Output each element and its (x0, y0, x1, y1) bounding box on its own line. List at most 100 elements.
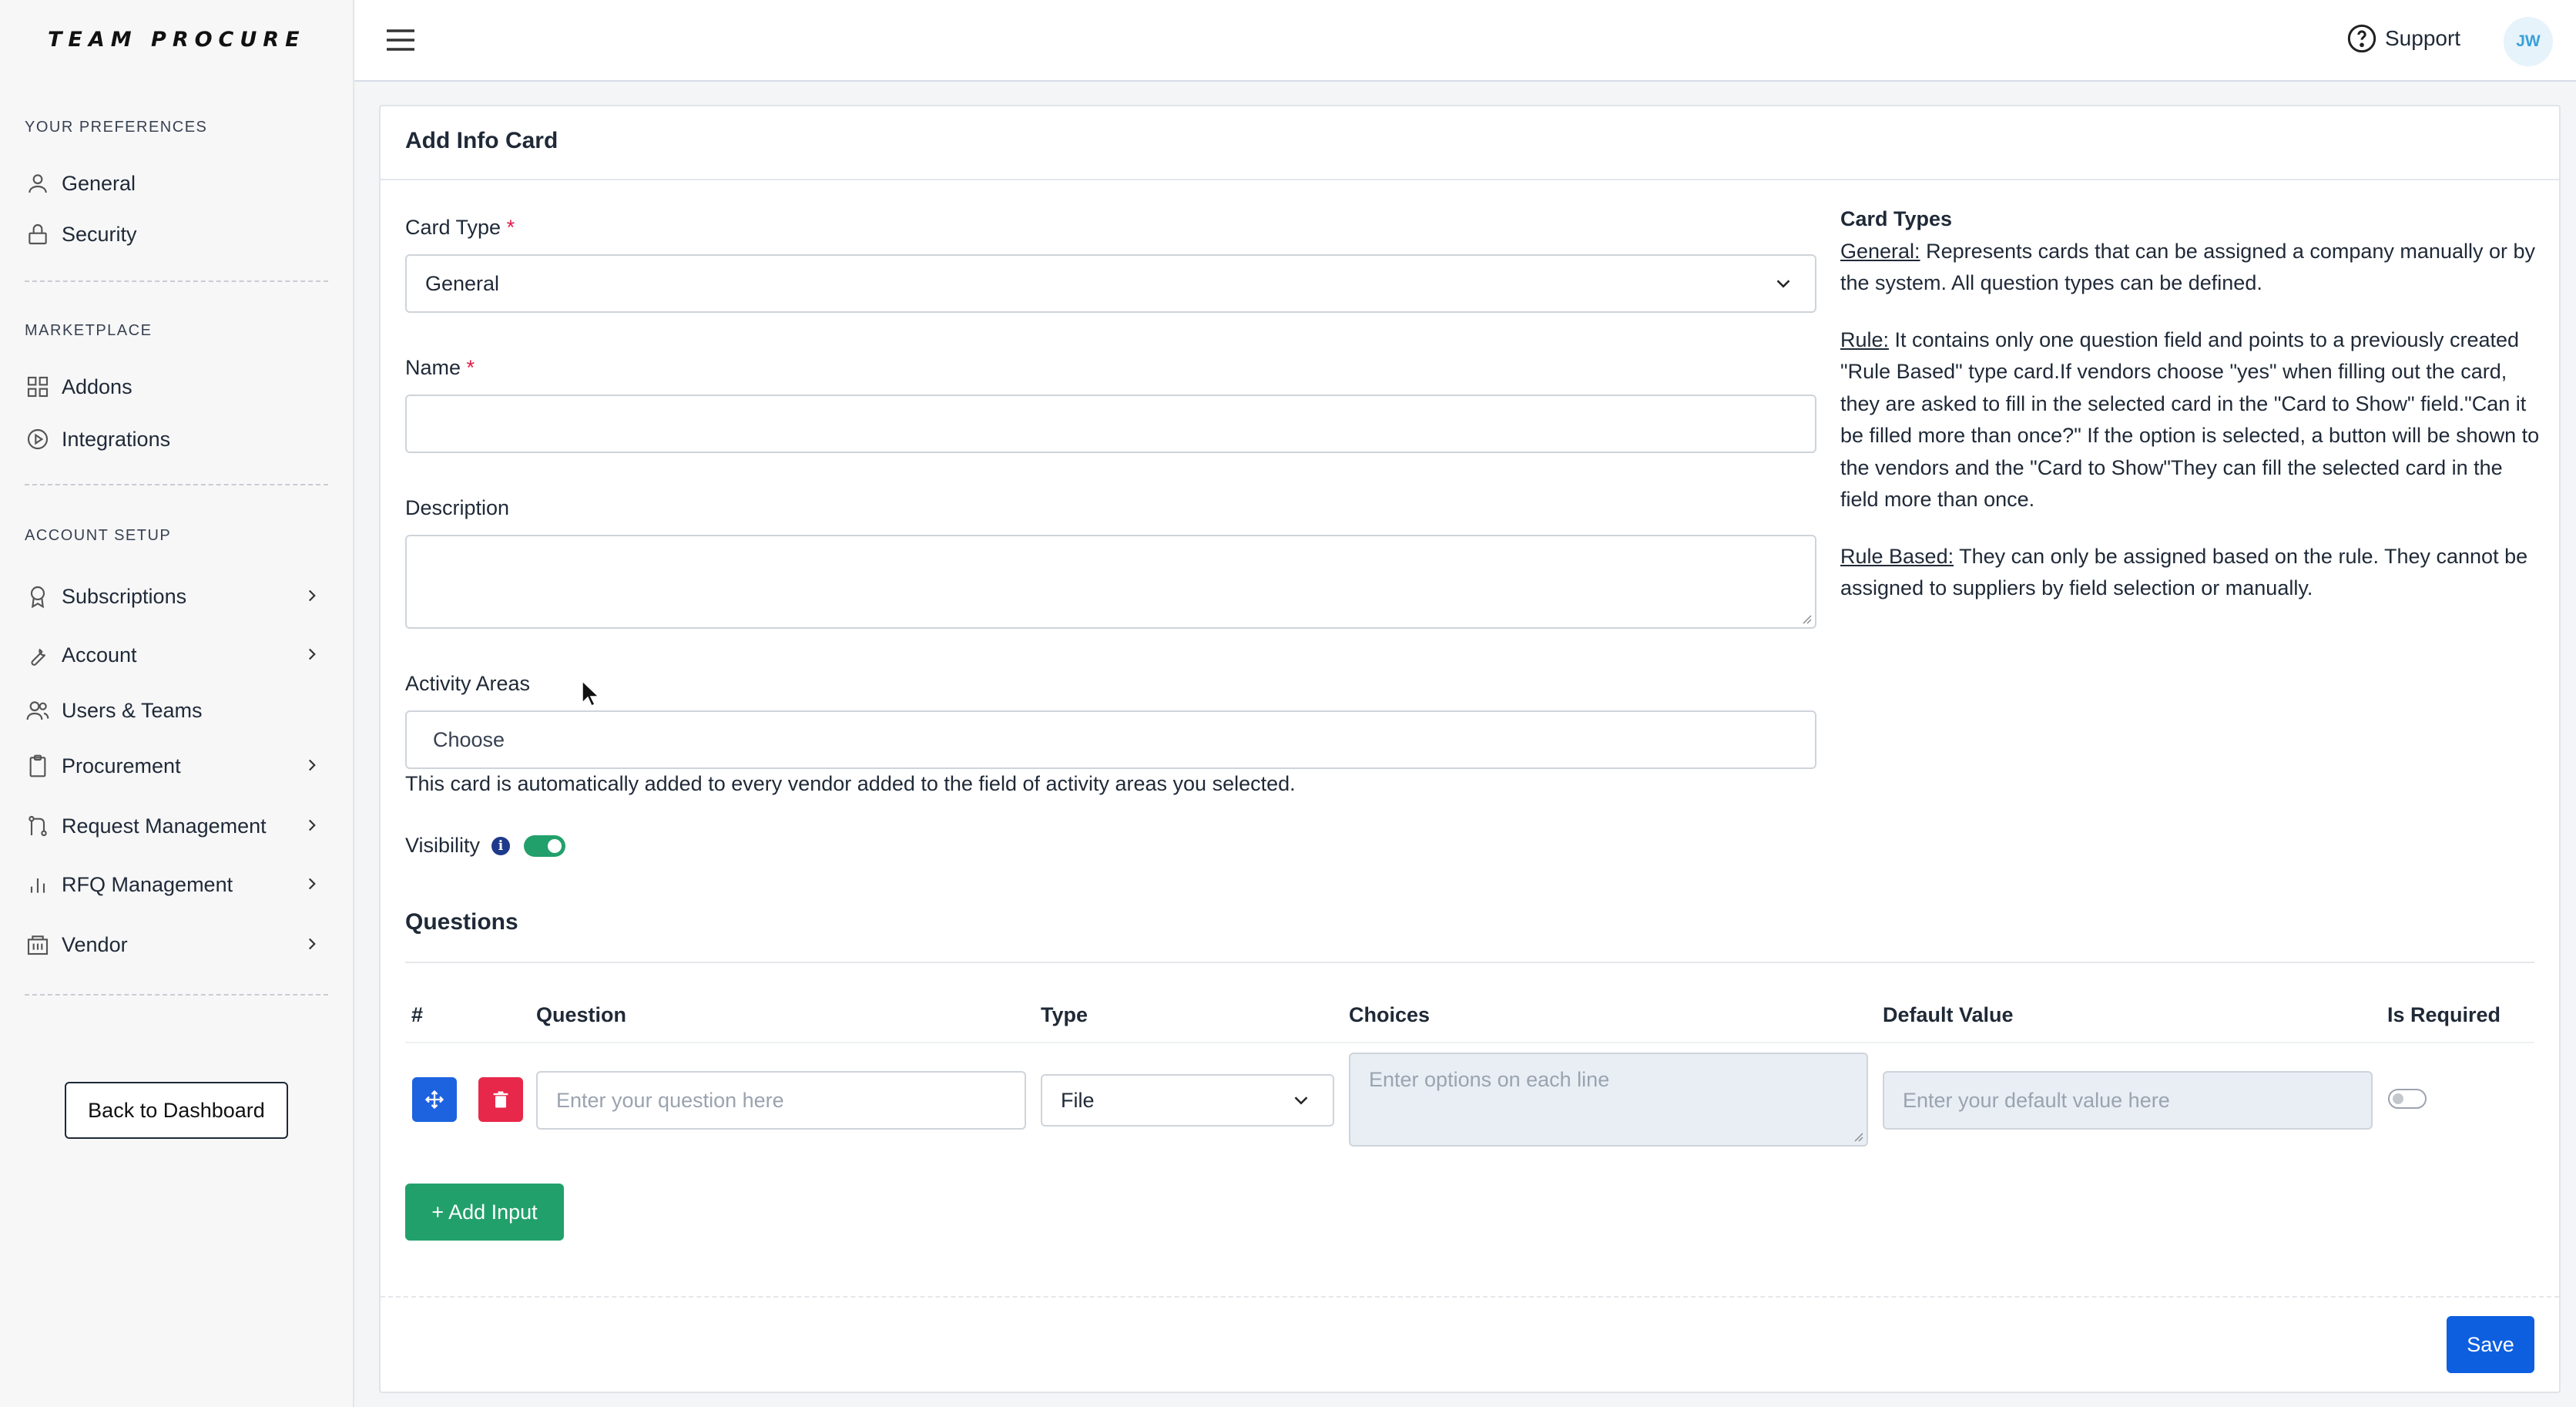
activity-areas-select[interactable]: Choose (405, 710, 1816, 769)
question-input[interactable]: Enter your question here (536, 1071, 1026, 1130)
default-value-placeholder: Enter your default value here (1903, 1088, 2170, 1112)
card-type-term: Rule: (1840, 327, 1890, 351)
column-header-question: Question (536, 1003, 627, 1026)
sidebar-item-label: Users & Teams (62, 698, 203, 722)
sidebar-item-label: Procurement (62, 754, 181, 777)
questions-divider (405, 962, 2534, 963)
visibility-toggle[interactable] (524, 835, 565, 857)
card-types-info: Card Types General: Represents cards tha… (1840, 203, 2543, 630)
column-header-choices: Choices (1349, 1003, 1431, 1026)
column-header-index: # (411, 1003, 424, 1026)
description-label: Description (405, 496, 510, 519)
users-icon (25, 697, 51, 724)
column-header-type: Type (1041, 1003, 1088, 1026)
sidebar-item-label: Addons (62, 374, 132, 398)
wrench-icon (25, 642, 51, 668)
sidebar-item-rfq-management[interactable]: RFQ Management (25, 863, 333, 906)
sidebar-item-procurement[interactable]: Procurement (25, 744, 333, 787)
card-type-value: General (425, 271, 500, 295)
page-title: Add Info Card (405, 128, 558, 153)
card-types-heading: Card Types (1840, 207, 1953, 230)
sidebar-item-users-teams[interactable]: Users & Teams (25, 689, 333, 732)
card-type-general-description: General: Represents cards that can be as… (1840, 236, 2543, 300)
card-type-select[interactable]: General (405, 254, 1816, 313)
name-label-text: Name (405, 356, 461, 379)
bar-chart-icon (25, 871, 51, 898)
sidebar-item-label: Integrations (62, 427, 171, 451)
card-type-term: General: (1840, 239, 1920, 263)
is-required-toggle[interactable] (2388, 1089, 2427, 1109)
card-type-label: Card Type * (405, 216, 515, 240)
card-type-term: Rule Based: (1840, 544, 1954, 568)
drag-handle-button[interactable] (412, 1077, 457, 1122)
visibility-label: Visibility (405, 834, 481, 857)
column-header-default-value: Default Value (1883, 1003, 2014, 1026)
sidebar-item-label: General (62, 171, 136, 195)
card-type-rule-description: Rule: It contains only one question fiel… (1840, 324, 2543, 516)
question-type-value: File (1061, 1088, 1095, 1112)
sidebar-item-subscriptions[interactable]: Subscriptions (25, 575, 333, 618)
footer-divider (381, 1296, 2559, 1298)
hamburger-menu-icon[interactable] (385, 26, 416, 54)
help-circle-icon (2347, 24, 2376, 53)
chevron-right-icon (308, 648, 316, 660)
brand-logo[interactable]: TEAM PROCURE (48, 28, 306, 52)
info-icon[interactable]: i (491, 837, 510, 855)
card-type-text: It contains only one question field and … (1840, 327, 2540, 512)
building-icon (25, 932, 51, 958)
default-value-input[interactable]: Enter your default value here (1883, 1071, 2373, 1130)
question-type-select[interactable]: File (1041, 1074, 1334, 1127)
top-bar: Support JW (354, 0, 2576, 82)
sidebar-item-label: Account (62, 643, 137, 667)
activity-areas-placeholder: Choose (433, 727, 505, 751)
description-textarea[interactable] (405, 535, 1816, 629)
play-circle-icon (25, 426, 51, 452)
sidebar-item-request-management[interactable]: Request Management (25, 804, 333, 848)
question-placeholder: Enter your question here (556, 1088, 784, 1112)
add-input-button[interactable]: + Add Input (405, 1184, 564, 1241)
chevron-right-icon (308, 589, 316, 602)
clipboard-icon (25, 753, 51, 779)
chevron-right-icon (308, 878, 316, 890)
sidebar-item-security[interactable]: Security (25, 213, 333, 256)
name-label: Name * (405, 356, 475, 380)
chevron-right-icon (308, 938, 316, 950)
resize-grip-icon[interactable] (1851, 1130, 1863, 1142)
back-to-dashboard-button[interactable]: Back to Dashboard (65, 1082, 288, 1139)
user-icon (25, 170, 51, 196)
chevron-down-icon (1776, 280, 1790, 288)
save-button[interactable]: Save (2447, 1316, 2534, 1373)
table-header-divider (405, 1042, 2534, 1043)
sidebar-item-label: Vendor (62, 932, 128, 956)
card-type-text: Represents cards that can be assigned a … (1840, 239, 2536, 295)
avatar[interactable]: JW (2504, 17, 2553, 66)
trash-icon (493, 1091, 508, 1108)
grid-icon (25, 374, 51, 400)
sidebar-item-label: Security (62, 222, 137, 246)
activity-areas-hint: This card is automatically added to ever… (405, 772, 1296, 795)
sidebar-divider (25, 484, 328, 485)
sidebar-item-account[interactable]: Account (25, 633, 333, 677)
sidebar-divider (25, 994, 328, 996)
sidebar-item-integrations[interactable]: Integrations (25, 418, 333, 461)
delete-row-button[interactable] (478, 1077, 523, 1122)
lock-icon (25, 221, 51, 247)
name-input[interactable] (405, 395, 1816, 453)
choices-textarea[interactable]: Enter options on each line (1349, 1053, 1868, 1147)
sidebar-item-addons[interactable]: Addons (25, 365, 333, 408)
sidebar: TEAM PROCURE YOUR PREFERENCES General Se… (0, 0, 354, 1407)
support-link[interactable]: Support (2346, 23, 2460, 54)
section-label-account-setup: ACCOUNT SETUP (25, 527, 172, 544)
sidebar-item-label: Subscriptions (62, 584, 187, 608)
questions-title: Questions (405, 909, 518, 935)
resize-grip-icon[interactable] (1800, 612, 1812, 624)
award-icon (25, 583, 51, 609)
required-mark: * (466, 356, 475, 379)
sidebar-item-general[interactable]: General (25, 162, 333, 205)
sidebar-item-vendor[interactable]: Vendor (25, 923, 333, 966)
column-header-is-required: Is Required (2387, 1003, 2501, 1026)
mouse-cursor-icon (582, 680, 599, 707)
sidebar-divider (25, 280, 328, 282)
activity-areas-label: Activity Areas (405, 672, 531, 695)
card-header: Add Info Card (381, 106, 2559, 180)
